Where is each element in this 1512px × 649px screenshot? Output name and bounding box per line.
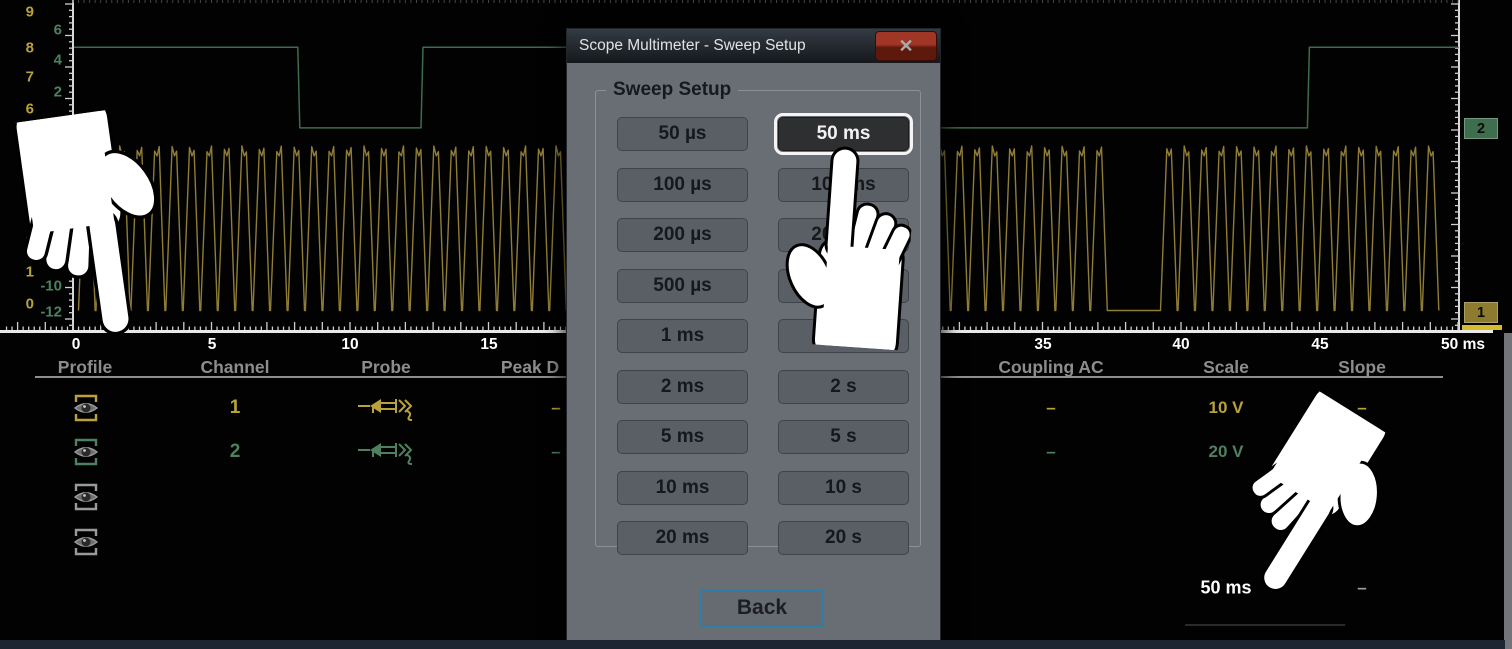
profile-eye-toggle-row1[interactable] — [73, 393, 99, 423]
sweep-option-2-s[interactable]: 2 s — [778, 370, 909, 404]
sweep-option-5-ms[interactable]: 5 ms — [617, 420, 748, 454]
column-header-channel: Channel — [200, 357, 269, 378]
coupling-value: – — [1046, 442, 1055, 462]
sweep-time-value: 50 ms — [1200, 578, 1251, 599]
coupling-value: – — [1046, 398, 1055, 418]
column-header-peak-d: Peak D — [501, 357, 559, 378]
sweep-row-divider — [1185, 624, 1345, 626]
column-header-profile: Profile — [58, 357, 112, 378]
sweep-option-10-s[interactable]: 10 s — [778, 471, 909, 505]
column-header-scale: Scale — [1203, 357, 1249, 378]
sweep-option-5-s[interactable]: 5 s — [778, 420, 909, 454]
peak-detect-value: – — [551, 398, 560, 418]
sweep-option-2-ms[interactable]: 2 ms — [617, 370, 748, 404]
profile-eye-toggle-row3[interactable] — [73, 482, 99, 512]
dialog-title: Scope Multimeter - Sweep Setup — [567, 37, 806, 55]
probe-icon[interactable] — [357, 396, 415, 422]
sweep-option-50-us[interactable]: 50 µs — [617, 117, 748, 151]
profile-eye-toggle-row4[interactable] — [73, 527, 99, 557]
close-button[interactable]: ✕ — [875, 31, 937, 61]
sweep-option-10-ms[interactable]: 10 ms — [617, 471, 748, 505]
sweep-option-500-us[interactable]: 500 µs — [617, 269, 748, 303]
peak-detect-value: – — [551, 442, 560, 462]
sweep-option-20-ms[interactable]: 20 ms — [617, 521, 748, 555]
scale-value: 10 V — [1209, 398, 1244, 418]
profile-eye-toggle-row2[interactable] — [73, 437, 99, 467]
bottom-status-bar — [0, 640, 1505, 649]
dialog-titlebar[interactable]: Scope Multimeter - Sweep Setup ✕ — [567, 29, 940, 63]
channel-number: 2 — [230, 441, 241, 463]
hand-cursor-left — [0, 101, 205, 349]
probe-icon[interactable] — [357, 440, 415, 466]
hand-cursor-dialog — [765, 141, 917, 350]
right-edge-strip — [1504, 333, 1512, 649]
back-button[interactable]: Back — [700, 589, 824, 627]
sweep-option-100-us[interactable]: 100 µs — [617, 168, 748, 202]
channel-number: 1 — [230, 397, 241, 419]
sweep-option-20-s[interactable]: 20 s — [778, 521, 909, 555]
sweep-options-column-left: 50 µs 100 µs 200 µs 500 µs 1 ms 2 ms 5 ms 10 ms… — [617, 117, 748, 555]
column-header-coupling-ac: Coupling AC — [998, 357, 1103, 378]
scope-multimeter-app: 9876543210 6420-2-4-6-8-10-12 0510153540… — [0, 0, 1512, 649]
column-header-probe: Probe — [361, 357, 411, 378]
sweep-option-1-ms[interactable]: 1 ms — [617, 319, 748, 353]
close-icon: ✕ — [898, 36, 913, 56]
column-header-slope: Slope — [1338, 357, 1386, 378]
sweep-option-200-us[interactable]: 200 µs — [617, 218, 748, 252]
sweep-setup-group-label: Sweep Setup — [606, 79, 738, 101]
scale-value: 20 V — [1209, 442, 1244, 462]
